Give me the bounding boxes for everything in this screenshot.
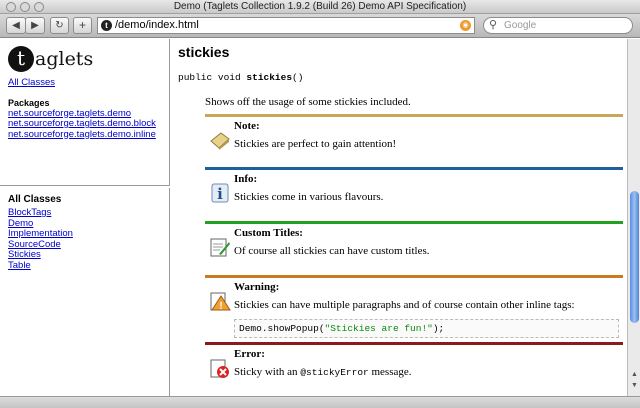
minimize-window-button[interactable] <box>20 2 30 12</box>
address-text: /demo/index.html <box>115 19 199 31</box>
signature-prefix: public void <box>178 72 247 83</box>
packages-heading: Packages <box>8 97 50 108</box>
logo-letter: t <box>8 46 34 72</box>
sticky-note: Note: Stickies are perfect to gain atten… <box>205 114 623 167</box>
sticky-warning: ! Warning: Stickies can have multiple pa… <box>205 275 623 342</box>
scroll-up-arrow-icon[interactable]: ▲ <box>629 371 640 381</box>
class-list-frame: All Classes BlockTags Demo Implementatio… <box>0 188 170 396</box>
code-method: .showPopup( <box>261 323 325 334</box>
sticky-error-title: Error: <box>234 348 265 360</box>
scroll-down-arrow-icon[interactable]: ▼ <box>629 382 640 392</box>
browser-toolbar: ◀ ▶ ↻ + t /demo/index.html ◉ ⚲ Google <box>0 14 640 38</box>
forward-button[interactable]: ▶ <box>25 17 45 34</box>
site-favicon-icon: t <box>101 20 112 31</box>
sticky-info: i Info: Stickies come in various flavour… <box>205 167 623 221</box>
signature-suffix: () <box>292 72 304 83</box>
sticky-note-body: Stickies are perfect to gain attention! <box>234 138 397 150</box>
class-link-stickies[interactable]: Stickies <box>8 249 161 261</box>
sticky-info-body: Stickies come in various flavours. <box>234 191 384 203</box>
close-window-button[interactable] <box>6 2 16 12</box>
main-scrollbar[interactable]: ▲ ▼ <box>627 39 640 396</box>
package-link-demo-inline[interactable]: net.sourceforge.taglets.demo.inline <box>8 129 161 141</box>
status-bar <box>0 396 640 408</box>
sticky-warning-body: Stickies can have multiple paragraphs an… <box>234 299 575 311</box>
zoom-window-button[interactable] <box>34 2 44 12</box>
window-title: Demo (Taglets Collection 1.9.2 (Build 26… <box>173 1 467 12</box>
search-placeholder: Google <box>504 20 537 31</box>
code-snippet: Demo.showPopup("Stickies are fun!"); <box>234 319 619 338</box>
sticky-note-title: Note: <box>234 120 260 132</box>
sticky-custom-title-body: Of course all stickies can have custom t… <box>234 245 430 257</box>
class-link-implementation[interactable]: Implementation <box>8 228 161 240</box>
signature-name: stickies <box>246 72 293 83</box>
add-bookmark-button[interactable]: + <box>73 17 92 34</box>
sticky-info-title: Info: <box>234 173 258 185</box>
reload-icon: ↻ <box>55 20 64 31</box>
note-icon <box>210 132 230 150</box>
reload-button[interactable]: ↻ <box>50 17 69 34</box>
back-button[interactable]: ◀ <box>6 17 26 34</box>
class-link-blocktags[interactable]: BlockTags <box>8 207 161 219</box>
plus-icon: + <box>78 18 86 32</box>
code-string: "Stickies are fun!" <box>324 323 433 334</box>
all-classes-link[interactable]: All Classes <box>8 77 161 89</box>
code-end: ); <box>432 323 445 334</box>
back-arrow-icon: ◀ <box>12 20 20 31</box>
method-signature: public void stickies() <box>178 72 620 83</box>
error-body-code: @stickyError <box>300 367 369 378</box>
warning-icon: ! <box>210 292 231 312</box>
search-field[interactable]: ⚲ Google <box>483 17 633 34</box>
svg-text:i: i <box>217 185 223 203</box>
sticky-warning-title: Warning: <box>234 281 280 293</box>
rss-feed-icon[interactable]: ◉ <box>460 20 471 31</box>
logo-text: aglets <box>35 48 94 70</box>
sticky-error-body: Sticky with an @stickyError message. <box>234 366 623 378</box>
main-content-frame: stickies public void stickies() Shows of… <box>171 39 627 396</box>
package-link-demo-block[interactable]: net.sourceforge.taglets.demo.block <box>8 118 161 130</box>
taglets-logo: t aglets <box>8 44 161 74</box>
sticky-custom-title: Custom Titles: Of course all stickies ca… <box>205 221 623 275</box>
all-classes-heading: All Classes <box>8 194 62 205</box>
method-description: Shows off the usage of some stickies inc… <box>205 96 411 108</box>
forward-arrow-icon: ▶ <box>31 20 39 31</box>
scrollbar-thumb[interactable] <box>630 191 639 323</box>
address-bar[interactable]: t /demo/index.html ◉ <box>97 17 475 34</box>
error-body-suffix: message. <box>368 366 412 378</box>
sticky-custom-title-title: Custom Titles: <box>234 227 303 239</box>
class-link-table[interactable]: Table <box>8 260 161 272</box>
custom-title-icon <box>210 238 230 257</box>
overview-frame: t aglets All Classes Packages net.source… <box>0 39 170 186</box>
search-icon: ⚲ <box>489 19 498 31</box>
svg-text:!: ! <box>219 301 222 312</box>
error-body-prefix: Sticky with an <box>234 366 301 378</box>
code-object: Demo <box>239 323 262 334</box>
info-icon: i <box>211 183 229 203</box>
error-icon <box>210 359 229 378</box>
page-title: stickies <box>178 44 230 60</box>
sticky-error: Error: Sticky with an @stickyError messa… <box>205 342 623 392</box>
window-titlebar: Demo (Taglets Collection 1.9.2 (Build 26… <box>0 0 640 14</box>
